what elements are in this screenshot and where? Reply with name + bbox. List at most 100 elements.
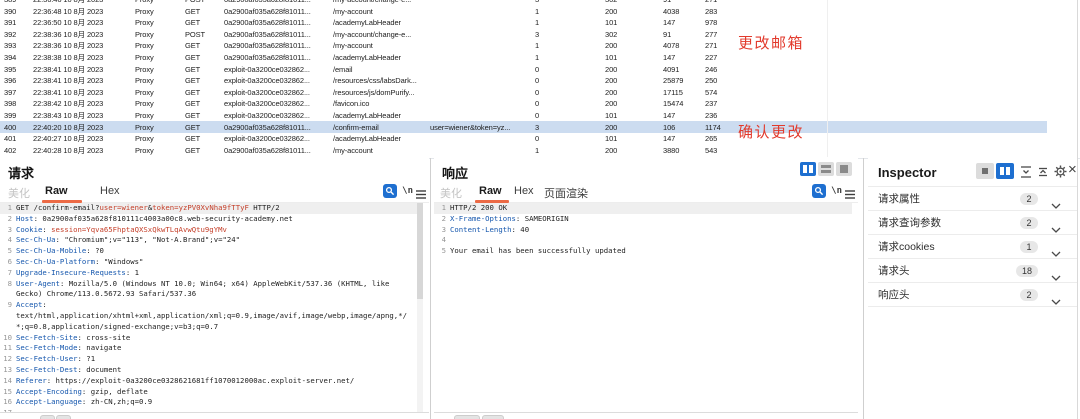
inspector-split-icon[interactable] — [996, 163, 1014, 179]
cell-method: GET — [185, 64, 201, 74]
cell-status: 200 — [605, 6, 618, 16]
cell-time: 22:36:46 10 8月 2023 — [29, 0, 131, 5]
panel-divider[interactable] — [863, 158, 864, 419]
editor-line: 1 HTTP/2 200 OK — [434, 203, 852, 214]
cell-time: 22:36:50 10 8月 2023 — [33, 18, 104, 28]
history-row[interactable]: 395 22:38:41 10 8月 2023 Proxy GET exploit-0a… — [0, 63, 1047, 75]
editor-line: 15 Accept-Encoding: gzip, deflate — [0, 387, 423, 398]
request-scrollbar[interactable] — [417, 203, 423, 413]
cell-length: 15474 — [663, 99, 684, 109]
line-number: 8 — [7, 278, 12, 288]
cell-listener: Proxy — [135, 53, 154, 63]
expand-all-icon[interactable] — [1037, 165, 1049, 183]
close-icon[interactable]: × — [1068, 161, 1077, 178]
history-row[interactable]: 400 22:40:20 10 8月 2023 Proxy GET 0a2900af03… — [0, 121, 1047, 133]
history-row[interactable]: 397 22:38:41 10 8月 2023 Proxy GET exploit-0a… — [0, 87, 1047, 99]
history-row[interactable]: 401 22:40:27 10 8月 2023 Proxy GET exploit-0a… — [0, 133, 1047, 145]
inspector-section-请求头[interactable]: 请求头 18 — [868, 258, 1077, 282]
search-options-button[interactable] — [454, 415, 480, 419]
history-row[interactable]: 402 22:40:28 10 8月 2023 Proxy GET 0a2900af03… — [0, 145, 1047, 157]
editor-line: 6 Sec-Ch-Ua-Platform: "Windows" — [0, 257, 423, 268]
section-label: 请求属性 — [878, 193, 920, 205]
line-number — [0, 322, 12, 333]
search-prev-button[interactable] — [40, 415, 55, 419]
history-row[interactable]: 391 22:36:50 10 8月 2023 Proxy GET 0a2900af03… — [0, 17, 1047, 29]
cell-status: 302 — [601, 0, 659, 4]
newline-toggle-icon[interactable]: \n — [831, 186, 842, 196]
tab-美化[interactable]: 美化 — [8, 185, 30, 201]
search-next-button[interactable] — [56, 415, 71, 419]
window-right-edge — [1077, 0, 1078, 419]
layout-columns-icon[interactable] — [800, 162, 816, 176]
search-nav-button[interactable] — [482, 415, 504, 419]
cell-path: /academyLabHeader — [333, 111, 401, 121]
cell-params: 0 — [535, 111, 540, 121]
layout-single-icon[interactable] — [836, 162, 852, 176]
cell-path: /my-account — [333, 41, 373, 51]
tab-Raw[interactable]: Raw — [45, 185, 68, 197]
line-number: 9 — [7, 300, 12, 310]
line-number: 2 — [7, 213, 12, 223]
newline-toggle-icon[interactable]: \n — [402, 186, 413, 196]
tab-Raw[interactable]: Raw — [479, 185, 502, 197]
history-row[interactable]: 394 22:38:38 10 8月 2023 Proxy GET 0a2900af03… — [0, 52, 1047, 64]
cell-status: 101 — [605, 134, 618, 144]
cell-host: 0a2900af035a628f81011... — [224, 6, 311, 16]
editor-line: 13 Sec-Fetch-Dest: document — [0, 365, 423, 376]
cell-method: GET — [185, 76, 201, 86]
tab-页面渲染[interactable]: 页面渲染 — [544, 185, 588, 201]
inspector-section-请求查询参数[interactable]: 请求查询参数 2 — [868, 210, 1077, 234]
search-icon[interactable] — [812, 184, 826, 198]
cell-ms: 283 — [705, 6, 718, 16]
cell-ms: 250 — [705, 76, 718, 86]
cell-params: 3 — [535, 122, 540, 132]
history-row[interactable]: 396 22:38:41 10 8月 2023 Proxy GET exploit-0a… — [0, 75, 1047, 87]
cell-id: 401 — [4, 134, 17, 144]
line-number: 5 — [441, 246, 446, 256]
cell-host: 0a2900af035a628f81011... — [224, 18, 311, 28]
line-number: 6 — [7, 256, 12, 266]
inspector-section-请求cookies[interactable]: 请求cookies 1 — [868, 234, 1077, 258]
cell-status: 200 — [605, 64, 618, 74]
cell-time: 22:38:41 10 8月 2023 — [33, 76, 104, 86]
inspector-section-请求属性[interactable]: 请求属性 2 — [868, 186, 1077, 210]
cell-params: 1 — [535, 6, 540, 16]
history-row[interactable]: 392 22:38:36 10 8月 2023 Proxy POST 0a2900af0… — [0, 29, 1047, 41]
request-editor[interactable]: 1 GET /confirm-email?user=wiener&token=yz… — [0, 203, 423, 419]
search-icon[interactable] — [383, 184, 397, 198]
inspector-dock-icon[interactable] — [976, 163, 994, 179]
inspector-title: Inspector — [878, 165, 937, 180]
cell-id: 393 — [4, 41, 17, 51]
inspector-panel: Inspector × 请求属性 2 请求查询参数 2 请求cookies 1 请求头 18 响… — [868, 158, 1077, 419]
line-number: 15 — [3, 386, 12, 396]
editor-line: 7 Upgrade-Insecure-Requests: 1 — [0, 268, 423, 279]
cell-status: 200 — [605, 87, 618, 97]
history-row[interactable]: 390 22:36:48 10 8月 2023 Proxy GET 0a2900af03… — [0, 5, 1047, 17]
editor-menu-icon[interactable] — [845, 186, 855, 204]
gear-icon[interactable] — [1054, 165, 1067, 183]
cell-time: 22:38:43 10 8月 2023 — [33, 111, 104, 121]
cell-method: GET — [185, 6, 201, 16]
tab-美化[interactable]: 美化 — [440, 185, 462, 201]
column-divider — [827, 0, 828, 157]
cell-time: 22:38:36 10 8月 2023 — [33, 41, 104, 51]
cell-length: 4038 — [663, 6, 680, 16]
history-row[interactable]: 393 22:38:36 10 8月 2023 Proxy GET 0a2900af03… — [0, 40, 1047, 52]
editor-menu-icon[interactable] — [416, 186, 426, 204]
response-editor[interactable]: 1 HTTP/2 200 OK 2 X-Frame-Options: SAMEORIG… — [434, 203, 852, 257]
line-number: 14 — [3, 375, 12, 385]
layout-rows-icon[interactable] — [818, 162, 834, 176]
tab-Hex[interactable]: Hex — [100, 185, 120, 197]
collapse-all-icon[interactable] — [1020, 165, 1032, 183]
scrollbar-thumb[interactable] — [417, 203, 423, 299]
chevron-down-icon[interactable] — [1051, 292, 1061, 310]
cell-method: POST — [181, 0, 220, 4]
panel-divider[interactable] — [430, 158, 431, 419]
cell-path: /confirm-email — [333, 122, 379, 132]
editor-line: 4 — [434, 235, 852, 246]
inspector-section-响应头[interactable]: 响应头 2 — [868, 282, 1077, 307]
cell-host: 0a2900af035a628f81011... — [224, 145, 311, 155]
history-row[interactable]: 399 22:38:43 10 8月 2023 Proxy GET exploit-0a… — [0, 110, 1047, 122]
history-row[interactable]: 398 22:38:42 10 8月 2023 Proxy GET exploit-0a… — [0, 98, 1047, 110]
tab-Hex[interactable]: Hex — [514, 185, 534, 197]
